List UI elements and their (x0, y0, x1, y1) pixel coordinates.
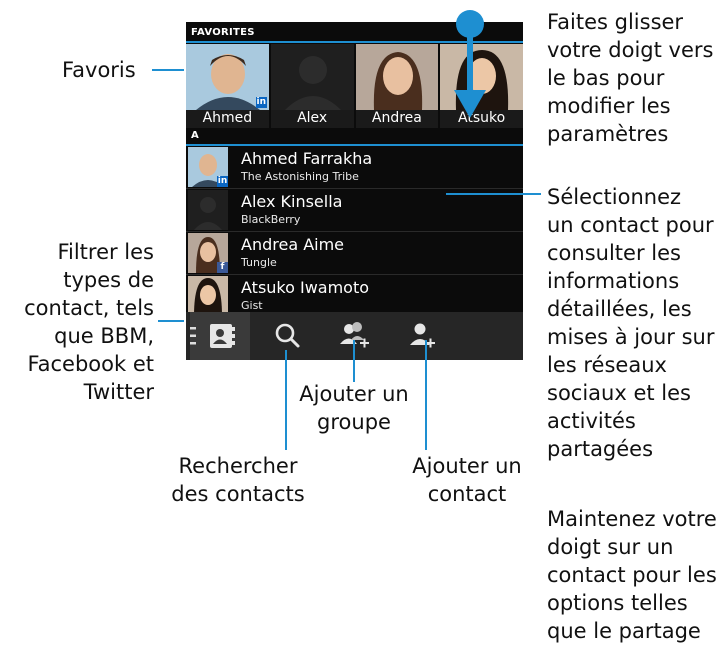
leader-line-favorites (152, 69, 184, 71)
section-letter: A (191, 130, 199, 141)
favorite-tile-ahmed[interactable]: in Ahmed (186, 44, 269, 128)
leader-line-add-contact (425, 340, 427, 450)
callout-add-group: Ajouter un groupe (299, 382, 409, 434)
favorite-name: Alex (297, 110, 328, 126)
contact-row-ahmed[interactable]: in Ahmed Farrakha The Astonishing Tribe (186, 146, 523, 189)
avatar (355, 44, 439, 110)
contact-name: Andrea Aime (241, 235, 345, 254)
contact-row-andrea[interactable]: f Andrea Aime Tungle (186, 232, 523, 275)
favorite-tile-alex[interactable]: Alex (270, 44, 354, 128)
linkedin-icon: in (217, 176, 228, 187)
contact-company: BlackBerry (241, 213, 301, 226)
add-contact-icon (410, 323, 435, 348)
contact-company: The Astonishing Tribe (241, 170, 359, 183)
search-button[interactable] (258, 312, 318, 360)
contact-name: Atsuko Iwamoto (241, 278, 370, 297)
callout-select-contact: Sélectionnez un contact pour consulter l… (547, 185, 715, 461)
avatar-placeholder (188, 190, 228, 230)
add-contact-button[interactable] (392, 312, 452, 360)
favorite-name: Ahmed (202, 110, 253, 126)
contact-company: Tungle (241, 256, 277, 269)
filter-contacts-button[interactable] (190, 312, 250, 360)
callout-hold-contact: Maintenez votre doigt sur un contact pou… (547, 507, 717, 643)
avatar (188, 276, 228, 316)
contact-name: Ahmed Farrakha (241, 149, 373, 168)
leader-line-add-group (353, 340, 355, 382)
contact-name: Alex Kinsella (241, 192, 343, 211)
callout-add-contact: Ajouter un contact (412, 454, 522, 506)
facebook-icon: f (217, 262, 228, 273)
callout-search-contacts: Rechercher des contacts (171, 454, 305, 506)
favorite-tile-andrea[interactable]: Andrea (355, 44, 439, 128)
favorite-name: Andrea (371, 110, 422, 126)
leader-line-search (285, 350, 287, 450)
leader-line-filter (158, 320, 184, 322)
contact-company: Gist (241, 299, 263, 312)
swipe-down-arrow-icon (454, 10, 486, 118)
callout-filter-contacts: Filtrer les types de contact, tels que B… (24, 240, 154, 404)
callout-swipe-down: Faites glisser votre doigt vers le bas p… (547, 10, 714, 146)
avatar-placeholder (270, 44, 354, 110)
contacts-book-icon (190, 324, 235, 348)
linkedin-icon: in (255, 97, 267, 108)
leader-line-select (446, 193, 541, 195)
contact-row-alex[interactable]: Alex Kinsella BlackBerry (186, 189, 523, 232)
search-icon (275, 323, 300, 348)
callout-favorites: Favoris (62, 58, 136, 82)
